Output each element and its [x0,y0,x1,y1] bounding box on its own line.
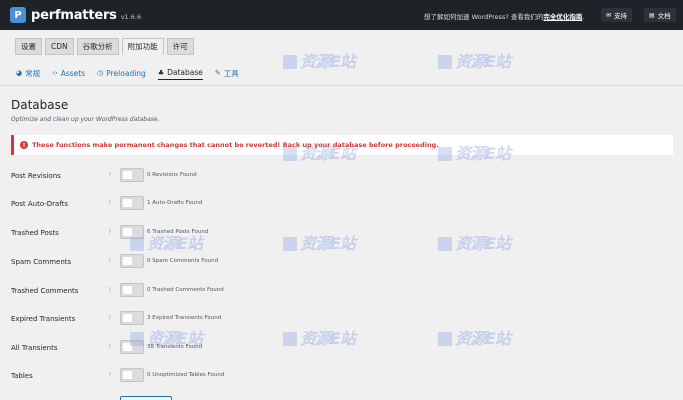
post-auto-drafts-toggle[interactable] [120,196,144,210]
version-label: v1.6.6 [120,12,142,21]
row-label: Expired Transients [11,315,76,323]
help-icon[interactable]: ? [108,200,111,207]
toggle-knob [123,371,132,379]
page-title: Database [11,98,69,112]
all-transients-toggle[interactable] [120,340,144,354]
tables-toggle[interactable] [120,368,144,382]
toggle-knob [123,228,132,236]
subtab-assets-label: Assets [60,68,86,78]
row-label: All Transients [11,344,58,352]
row-spam-comments: Spam Comments ? 0 Spam Comments Found [0,254,683,274]
row-count: 6 Trashed Posts Found [147,229,209,235]
row-post-revisions: Post Revisions ? 0 Revisions Found [0,168,683,188]
divider [0,85,683,86]
row-count: 1 Auto-Drafts Found [147,200,203,206]
docs-button[interactable]: ▤ 文档 [644,8,676,22]
brand-name: perfmatters [31,7,117,23]
row-count: 0 Trashed Comments Found [147,287,224,293]
dashboard-icon: ◕ [16,69,23,77]
watermark: 资源E站 [438,48,511,72]
subtab-preloading[interactable]: ◷ Preloading [97,66,146,80]
row-label: Post Revisions [11,172,61,180]
row-label: Tables [11,372,33,380]
watermark-logo-icon [283,55,297,69]
row-count: 0 Revisions Found [147,172,197,178]
sub-tabs: ◕ 常规 ‹› Assets ◷ Preloading ♣ Database ✎ 工具 [16,66,251,80]
row-label: Spam Comments [11,258,72,266]
row-trashed-comments: Trashed Comments ? 0 Trashed Comments Fo… [0,283,683,303]
sitemap-icon: ♣ [157,68,165,77]
help-icon[interactable]: ? [108,315,111,322]
support-label: 支持 [614,12,628,20]
optimize-button[interactable] [120,396,172,400]
toggle-knob [123,257,132,265]
row-all-transients: All Transients ? 38 Transients Found [0,340,683,360]
row-label: Post Auto-Drafts [11,200,69,208]
expired-transients-toggle[interactable] [120,311,144,325]
warning-notice: ! These functions make permanent changes… [11,135,673,155]
tab-google-analytics[interactable]: 谷歌分析 [76,38,119,55]
document-icon: ▤ [649,11,655,19]
post-revisions-toggle[interactable] [120,168,144,182]
help-icon[interactable]: ? [108,258,111,265]
row-post-auto-drafts: Post Auto-Drafts ? 1 Auto-Drafts Found [0,196,683,216]
watermark: 资源E站 [283,48,356,72]
subtab-database[interactable]: ♣ Database [157,66,203,80]
subtab-tools-label: 工具 [223,68,239,78]
spam-comments-toggle[interactable] [120,254,144,268]
support-button[interactable]: ✉ 支持 [601,8,633,22]
help-icon[interactable]: ? [108,172,111,179]
promo-suffix: . [582,13,585,21]
row-count: 0 Spam Comments Found [147,258,219,264]
watermark-logo-icon [438,55,452,69]
tab-cdn[interactable]: CDN [45,38,74,55]
row-count: 0 Unoptimized Tables Found [147,372,225,378]
row-expired-transients: Expired Transients ? 3 Expired Transient… [0,311,683,331]
tab-settings[interactable]: 设置 [15,38,42,55]
help-icon[interactable]: ? [108,229,111,236]
row-count: 3 Expired Transients Found [147,315,222,321]
page-description: Optimize and clean up your WordPress dat… [11,116,160,123]
clock-icon: ◷ [97,69,104,77]
docs-label: 文档 [657,12,671,20]
subtab-tools[interactable]: ✎ 工具 [215,66,239,80]
subtab-preloading-label: Preloading [106,68,146,78]
promo-prefix: 想了解如何加速 WordPress? 查看我们的 [424,13,544,21]
support-icon: ✉ [606,11,612,19]
tab-license[interactable]: 许可 [166,38,194,55]
optimization-guide-link[interactable]: 完全优化指南 [543,13,582,21]
subtab-assets[interactable]: ‹› Assets [52,66,85,80]
wrench-icon: ✎ [214,69,221,77]
subtab-general[interactable]: ◕ 常规 [16,66,40,80]
help-icon[interactable]: ? [108,344,111,351]
top-bar: P perfmatters v1.6.6 想了解如何加速 WordPress? … [0,0,683,30]
trashed-comments-toggle[interactable] [120,283,144,297]
row-count: 38 Transients Found [147,344,203,350]
row-label: Trashed Comments [11,287,79,295]
row-tables: Tables ? 0 Unoptimized Tables Found [0,368,683,388]
trashed-posts-toggle[interactable] [120,225,144,239]
toggle-knob [123,343,132,351]
help-icon[interactable]: ? [108,372,111,379]
subtab-database-label: Database [167,68,203,77]
promo-message: 想了解如何加速 WordPress? 查看我们的完全优化指南. [424,11,584,21]
toggle-knob [123,171,132,179]
watermark-text: 资源E站 [300,52,356,71]
toggle-knob [123,286,132,294]
code-icon: ‹› [52,69,58,77]
help-icon[interactable]: ? [108,287,111,294]
toggle-knob [123,314,132,322]
toggle-knob [123,199,132,207]
main-tabs: 设置 CDN 谷歌分析 附加功能 许可 [15,38,197,55]
row-label: Trashed Posts [11,229,59,237]
warning-text: These functions make permanent changes t… [32,141,439,149]
perfmatters-logo-icon: P [10,7,26,23]
row-trashed-posts: Trashed Posts ? 6 Trashed Posts Found [0,225,683,245]
tab-extras[interactable]: 附加功能 [121,38,164,55]
subtab-general-label: 常规 [25,68,41,78]
watermark-text: 资源E站 [455,52,511,71]
warning-icon: ! [20,141,28,149]
brand-logo: P perfmatters v1.6.6 [10,7,141,23]
